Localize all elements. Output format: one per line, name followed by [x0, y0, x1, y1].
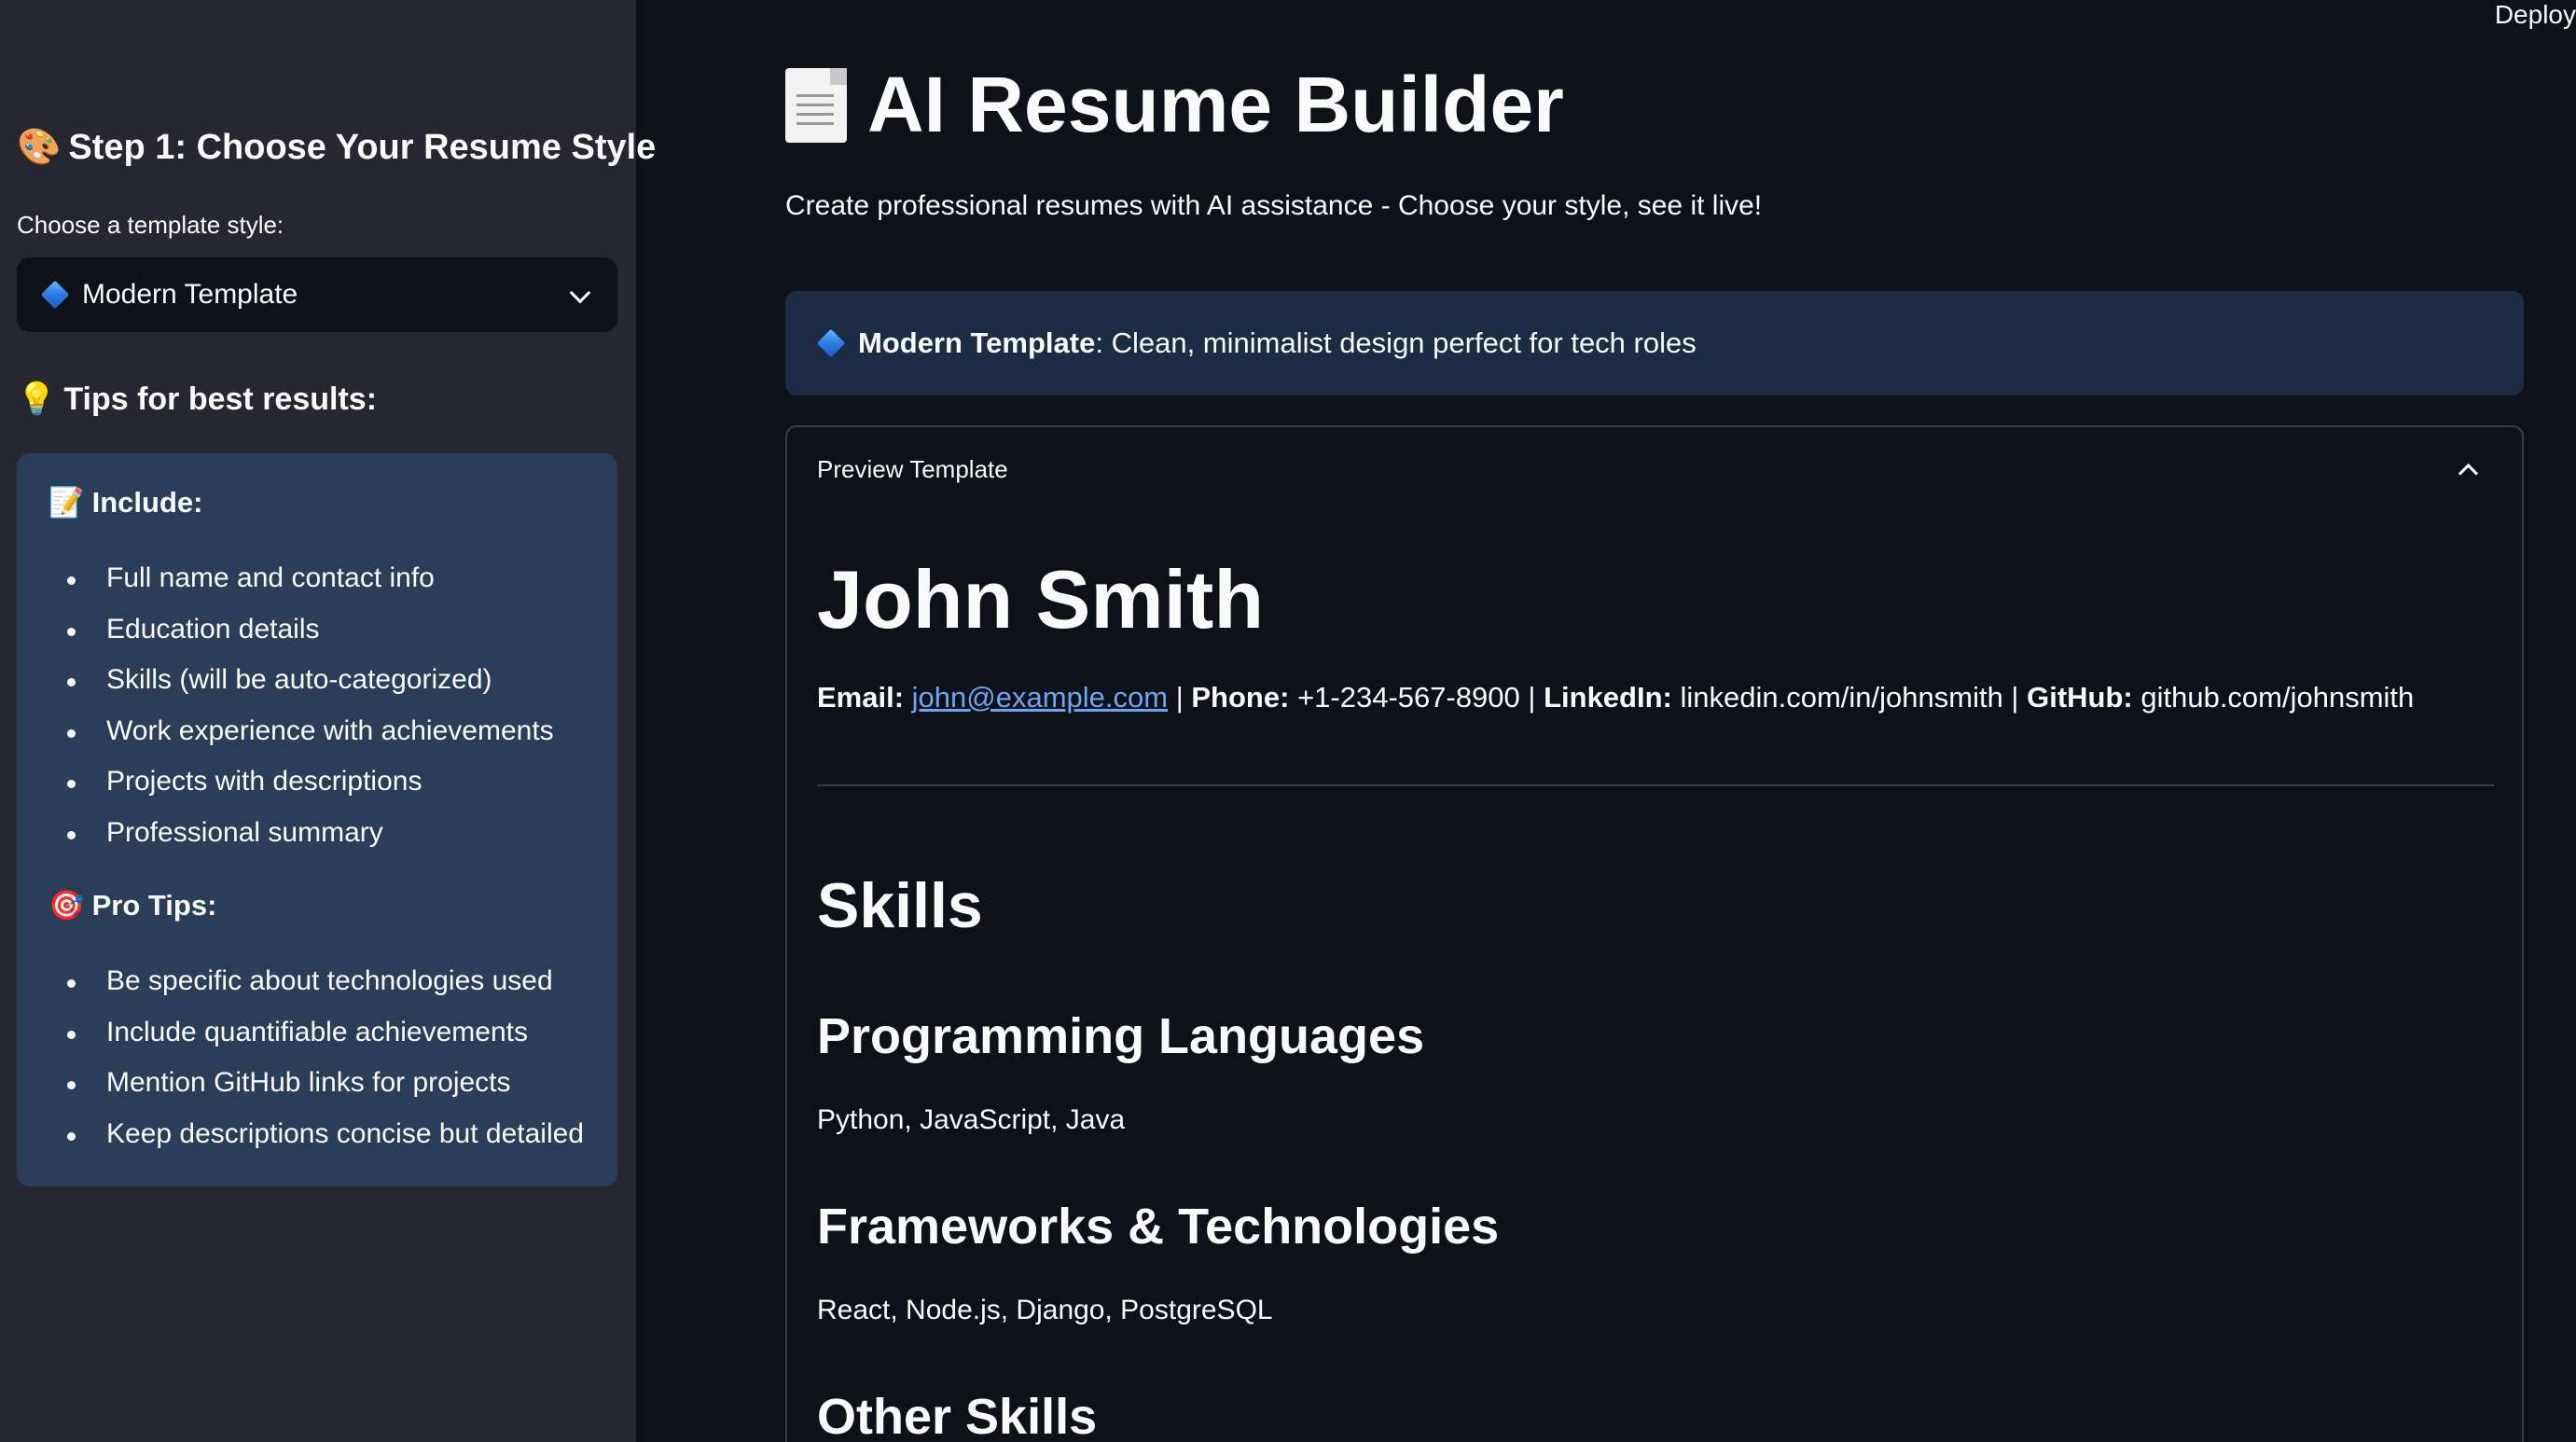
list-item: Professional summary — [48, 808, 554, 859]
section-text: React, Node.js, Django, PostgreSQL — [817, 1295, 1273, 1325]
preview-expander: Preview Template John Smith Email: john@… — [785, 425, 2524, 1442]
email-link[interactable]: john@example.com — [912, 681, 1168, 714]
page-subtitle: Create professional resumes with AI assi… — [785, 190, 1763, 221]
tips-heading-text: Tips for best results: — [63, 381, 378, 417]
github-label: GitHub: — [2027, 681, 2133, 714]
separator: | — [2002, 681, 2028, 714]
skills-heading: Skills — [817, 870, 983, 941]
list-item: Be specific about technologies used — [48, 956, 584, 1007]
separator: | — [1519, 681, 1544, 714]
template-info-box: Modern Template : Clean, minimalist desi… — [785, 291, 2524, 395]
info-template-name: Modern Template — [858, 326, 1096, 359]
page-title-text: AI Resume Builder — [867, 61, 1564, 148]
list-item: Full name and contact info — [48, 553, 554, 604]
template-select-label: Choose a template style: — [17, 211, 284, 239]
tips-heading: 💡 Tips for best results: — [17, 381, 377, 418]
list-item: Education details — [48, 604, 554, 656]
section-heading: Frameworks & Technologies — [817, 1199, 1500, 1255]
memo-icon: 📝 — [48, 486, 85, 519]
email-label: Email: — [817, 681, 905, 714]
template-select[interactable]: Modern Template — [17, 257, 617, 332]
page-title: AI Resume Builder — [785, 60, 1564, 150]
list-item: Skills (will be auto-categorized) — [48, 655, 554, 706]
chevron-down-icon — [569, 282, 591, 304]
pro-tips-list: Be specific about technologies used Incl… — [48, 956, 584, 1159]
list-item: Include quantifiable achievements — [48, 1007, 584, 1059]
divider — [817, 784, 2494, 786]
phone-value: +1-234-567-8900 — [1297, 681, 1520, 714]
linkedin-label: LinkedIn: — [1544, 681, 1672, 714]
section-heading: Programming Languages — [817, 1008, 1425, 1064]
list-item: Keep descriptions concise but detailed — [48, 1109, 584, 1160]
include-heading: 📝 Include: — [48, 485, 202, 520]
target-icon: 🎯 — [48, 889, 85, 922]
linkedin-value: linkedin.com/in/johnsmith — [1680, 681, 2003, 714]
preview-expander-header[interactable]: Preview Template — [817, 455, 1008, 484]
palette-icon: 🎨 — [17, 128, 62, 167]
tips-box: 📝 Include: Full name and contact info Edu… — [17, 453, 617, 1186]
list-item: Mention GitHub links for projects — [48, 1058, 584, 1109]
blue-diamond-icon — [816, 328, 846, 358]
sidebar: 🎨 Step 1: Choose Your Resume Style Choose… — [0, 0, 656, 1442]
app-root: 🎨 Step 1: Choose Your Resume Style Choose… — [0, 0, 2576, 1442]
github-value: github.com/johnsmith — [2140, 681, 2415, 714]
info-template-description: : Clean, minimalist design perfect for t… — [1095, 326, 1697, 359]
step-heading: 🎨 Step 1: Choose Your Resume Style — [17, 127, 656, 168]
chevron-up-icon[interactable] — [2458, 463, 2479, 484]
phone-label: Phone: — [1191, 681, 1290, 714]
list-item: Work experience with achievements — [48, 706, 554, 757]
resume-name: John Smith — [817, 553, 1265, 645]
section-text: Python, JavaScript, Java — [817, 1104, 1126, 1135]
lightbulb-icon: 💡 — [17, 381, 57, 417]
pro-tips-heading-text: Pro Tips: — [91, 889, 217, 922]
step-heading-text: Step 1: Choose Your Resume Style — [68, 128, 657, 167]
resume-contact: Email: john@example.com | Phone: +1-234-… — [817, 681, 2414, 714]
include-heading-text: Include: — [91, 486, 203, 519]
template-select-value: Modern Template — [82, 279, 298, 310]
section-heading: Other Skills — [817, 1389, 1098, 1442]
blue-diamond-icon — [40, 280, 70, 310]
list-item: Projects with descriptions — [48, 756, 554, 808]
document-icon — [785, 67, 847, 143]
include-list: Full name and contact info Education det… — [48, 553, 554, 858]
separator: | — [1168, 681, 1192, 714]
deploy-button[interactable]: Deploy — [2495, 0, 2576, 30]
pro-tips-heading: 🎯 Pro Tips: — [48, 888, 216, 922]
